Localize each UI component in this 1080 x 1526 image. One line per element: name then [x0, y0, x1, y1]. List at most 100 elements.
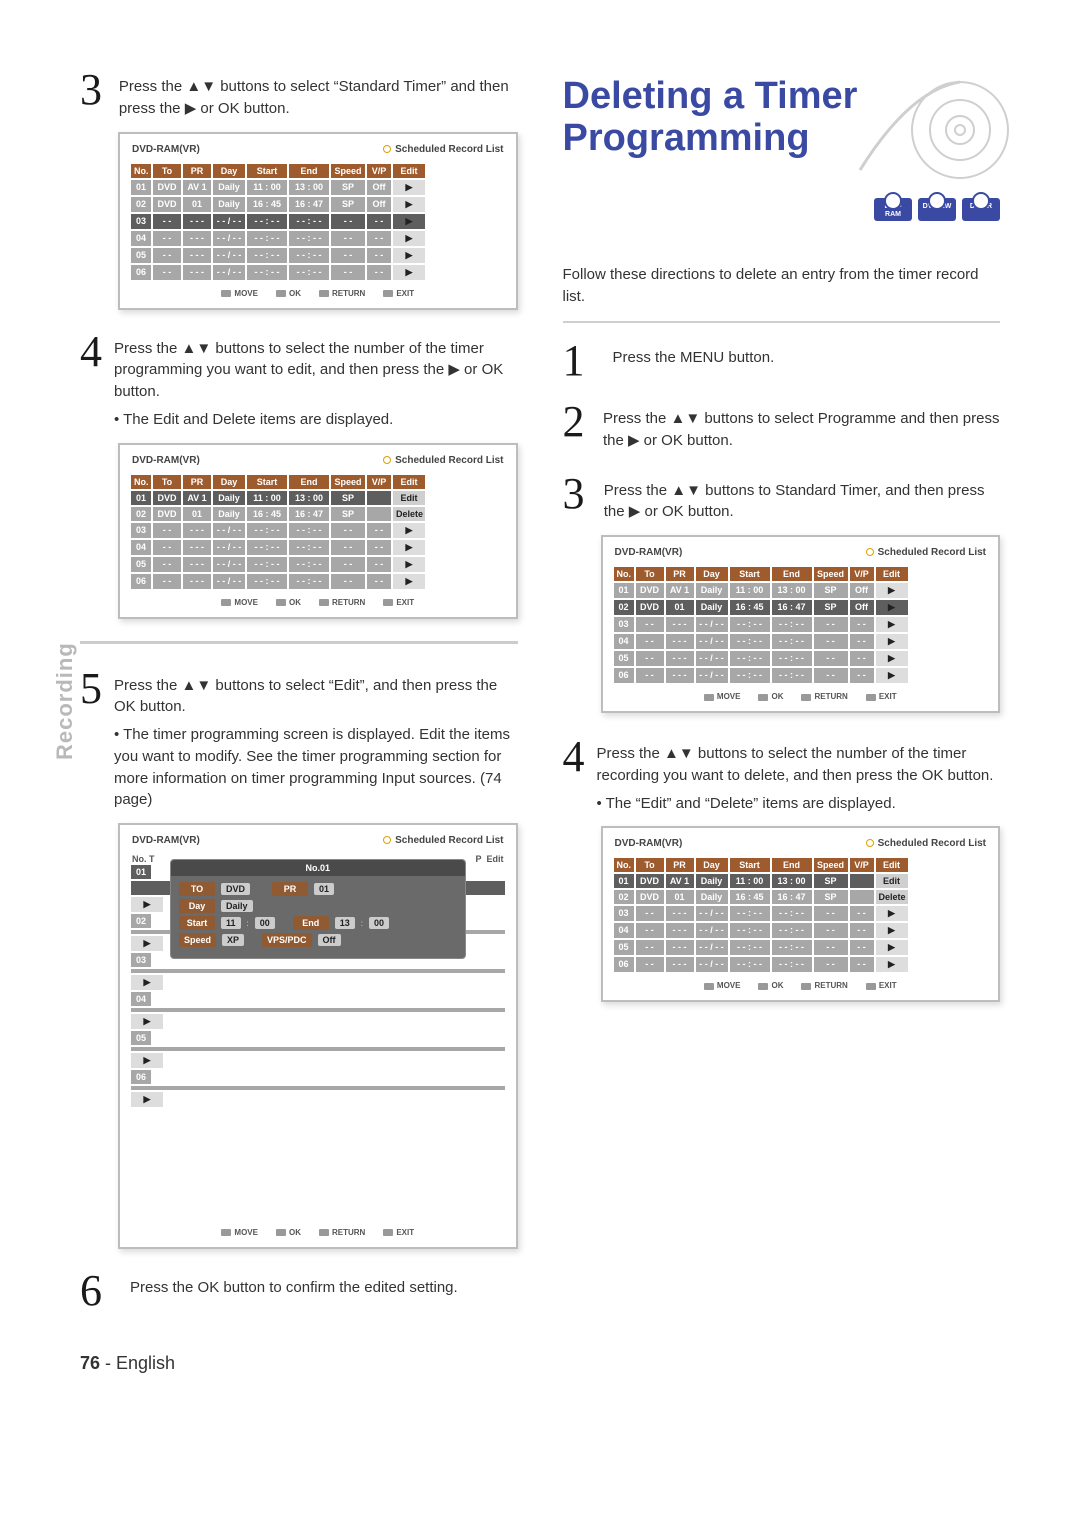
step-text: Press the MENU button.	[613, 341, 775, 369]
field-pr-value[interactable]: 01	[314, 883, 334, 895]
table-row[interactable]: 01DVDAV 1Daily11 : 0013 : 00SPOff▶	[613, 582, 989, 599]
section-lead: Follow these directions to delete an ent…	[563, 264, 1001, 309]
table-row[interactable]: 03- -- - -- - / - -- - : - -- - : - -- -…	[130, 522, 506, 539]
table-row: 05▶	[130, 1030, 506, 1069]
col-header: PR	[665, 566, 695, 582]
col-header: V/P	[849, 857, 875, 873]
play-icon: ▶	[875, 633, 909, 650]
record-icon	[383, 145, 391, 153]
col-header: No.	[130, 163, 152, 179]
col-header: Edit	[875, 566, 909, 582]
edit-action-button[interactable]: Edit	[875, 873, 909, 889]
field-end-m[interactable]: 00	[369, 917, 389, 929]
table-row[interactable]: 01DVDAV 1Daily11 : 0013 : 00SPEdit	[613, 873, 989, 889]
step-subtext: • The timer programming screen is displa…	[114, 724, 518, 811]
osd-right-2: DVD-RAM(VR) Scheduled Record List No.ToP…	[601, 826, 1001, 1002]
key-move: MOVE	[221, 598, 258, 607]
field-day-value[interactable]: Daily	[221, 900, 253, 912]
step-subtext: • The Edit and Delete items are displaye…	[114, 409, 518, 431]
col-header: Day	[212, 474, 246, 490]
col-header: Day	[695, 566, 729, 582]
play-icon: ▶	[875, 922, 909, 939]
edit-action-button[interactable]: Delete	[875, 889, 909, 905]
osd-footer: MOVE OK RETURN EXIT	[130, 281, 506, 304]
field-to-value[interactable]: DVD	[221, 883, 250, 895]
col-header: Edit	[392, 163, 426, 179]
osd-title: Scheduled Record List	[395, 455, 503, 466]
table-row[interactable]: 01DVDAV 1Daily11 : 0013 : 00SPEdit	[130, 490, 506, 506]
key-move: MOVE	[704, 692, 741, 701]
table-row[interactable]: 06- -- - -- - / - -- - : - -- - : - -- -…	[613, 667, 989, 684]
field-speed-value[interactable]: XP	[222, 934, 244, 946]
overlay-title: No.01	[171, 860, 465, 876]
play-icon: ▶	[130, 896, 164, 913]
key-move: MOVE	[221, 1228, 258, 1237]
col-header: V/P	[849, 566, 875, 582]
table-row[interactable]: 05- -- - -- - / - -- - : - -- - : - -- -…	[130, 247, 506, 264]
table-row[interactable]: 04- -- - -- - / - -- - : - -- - : - -- -…	[130, 230, 506, 247]
play-icon: ▶	[875, 616, 909, 633]
col-header: No.	[613, 566, 635, 582]
key-return: RETURN	[319, 289, 365, 298]
col-header: Day	[212, 163, 246, 179]
key-ok: OK	[276, 598, 301, 607]
osd-label: DVD-RAM(VR)	[615, 838, 683, 849]
step-text: Press the ▲▼ buttons to Standard Timer, …	[604, 474, 1000, 524]
field-end-h[interactable]: 13	[335, 917, 355, 929]
table-row[interactable]: 02DVD01Daily16 : 4516 : 47SPDelete	[130, 506, 506, 522]
table-row[interactable]: 06- -- - -- - / - -- - : - -- - : - -- -…	[130, 264, 506, 281]
key-move: MOVE	[221, 289, 258, 298]
play-icon: ▶	[130, 1091, 164, 1108]
osd-right-1: DVD-RAM(VR) Scheduled Record List No.ToP…	[601, 535, 1001, 713]
left-step-6: 6 Press the OK button to confirm the edi…	[80, 1271, 518, 1311]
table-row: 04▶	[130, 991, 506, 1030]
table-row[interactable]: 04- -- - -- - / - -- - : - -- - : - -- -…	[130, 539, 506, 556]
table-row[interactable]: 05- -- - -- - / - -- - : - -- - : - -- -…	[613, 939, 989, 956]
play-icon: ▶	[875, 939, 909, 956]
table-row[interactable]: 02DVD01Daily16 : 4516 : 47SPOff▶	[613, 599, 989, 616]
step-text: Press the ▲▼ buttons to select Programme…	[603, 402, 1000, 452]
field-to-label: TO	[179, 882, 215, 896]
col-header: End	[771, 857, 813, 873]
table-row[interactable]: 04- -- - -- - / - -- - : - -- - : - -- -…	[613, 922, 989, 939]
edit-action-button[interactable]: Edit	[392, 490, 426, 506]
osd-label: DVD-RAM(VR)	[615, 547, 683, 558]
step-text: Press the ▲▼ buttons to select “Standard…	[119, 70, 518, 120]
step-text: Press the ▲▼ buttons to select “Edit”, a…	[114, 675, 518, 719]
table-row[interactable]: 04- -- - -- - / - -- - : - -- - : - -- -…	[613, 633, 989, 650]
play-icon: ▶	[392, 247, 426, 264]
table-row[interactable]: 06- -- - -- - / - -- - : - -- - : - -- -…	[613, 956, 989, 973]
col-header: End	[771, 566, 813, 582]
table-row[interactable]: 05- -- - -- - / - -- - : - -- - : - -- -…	[613, 650, 989, 667]
osd-left-2: DVD-RAM(VR) Scheduled Record List No.ToP…	[118, 443, 518, 619]
page-lang: English	[116, 1353, 175, 1373]
col-header: PR	[182, 474, 212, 490]
play-icon: ▶	[875, 956, 909, 973]
key-return: RETURN	[801, 692, 847, 701]
col-header: Speed	[330, 474, 366, 490]
play-icon: ▶	[130, 1013, 164, 1030]
play-icon: ▶	[875, 599, 909, 616]
table-row: 06▶	[130, 1069, 506, 1108]
col-header: Speed	[813, 857, 849, 873]
right-step-3: 3 Press the ▲▼ buttons to Standard Timer…	[563, 474, 1001, 524]
table-row[interactable]: 03- -- - -- - / - -- - : - -- - : - -- -…	[130, 213, 506, 230]
table-row[interactable]: 02DVD01Daily16 : 4516 : 47SPDelete	[613, 889, 989, 905]
field-vps-value[interactable]: Off	[318, 934, 341, 946]
key-return: RETURN	[319, 1228, 365, 1237]
table-row[interactable]: 02DVD01Daily16 : 4516 : 47SPOff▶	[130, 196, 506, 213]
col-header: Start	[729, 857, 771, 873]
table-row[interactable]: 06- -- - -- - / - -- - : - -- - : - -- -…	[130, 573, 506, 590]
field-start-m[interactable]: 00	[255, 917, 275, 929]
table-row[interactable]: 01DVDAV 1Daily11 : 0013 : 00SPOff▶	[130, 179, 506, 196]
step-number: 3	[80, 70, 107, 110]
table-row[interactable]: 03- -- - -- - / - -- - : - -- - : - -- -…	[613, 616, 989, 633]
table-row[interactable]: 03- -- - -- - / - -- - : - -- - : - -- -…	[613, 905, 989, 922]
step-text: Press the OK button to confirm the edite…	[130, 1271, 458, 1299]
table-row[interactable]: 05- -- - -- - / - -- - : - -- - : - -- -…	[130, 556, 506, 573]
step-number: 4	[80, 332, 102, 372]
field-start-h[interactable]: 11	[221, 917, 241, 929]
badge-dvd-ram: DVD-RAM	[874, 198, 912, 221]
key-ok: OK	[758, 981, 783, 990]
edit-action-button[interactable]: Delete	[392, 506, 426, 522]
